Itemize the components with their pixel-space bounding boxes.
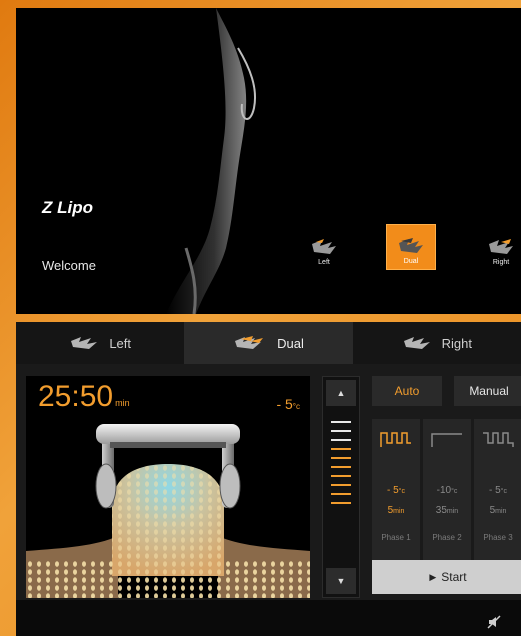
phase-2-label: Phase 2	[432, 533, 462, 542]
applicator-right-icon	[489, 239, 513, 254]
mute-icon[interactable]	[486, 614, 502, 630]
tab-right-label: Right	[441, 335, 472, 351]
phase-3-time: 5min	[490, 505, 507, 516]
phase-1-temp-unit: °c	[398, 488, 405, 495]
silhouette-image	[166, 8, 256, 314]
tab-dual[interactable]: Dual	[184, 322, 353, 364]
mode-left-label: Left	[318, 259, 330, 266]
phase-1-card[interactable]: - 5°c 5min Phase 1	[372, 419, 420, 561]
start-label: Start	[441, 570, 467, 584]
mode-right-label: Right	[492, 259, 510, 266]
phase-2-time-unit: min	[446, 508, 459, 515]
level-bar	[331, 421, 351, 423]
level-down-button[interactable]: ▼	[326, 568, 356, 594]
level-bar	[331, 448, 351, 450]
applicator-dual-icon	[235, 336, 264, 349]
phase-3-temp: - 5°c	[489, 485, 507, 496]
auto-button[interactable]: Auto	[372, 376, 442, 406]
phase-1-temp: - 5°c	[387, 485, 405, 496]
phase-1-label: Phase 1	[381, 533, 411, 542]
pulse-waveform-icon	[483, 432, 514, 447]
level-bar	[331, 493, 351, 495]
welcome-screen: Z Lipo Welcome Left Dual Right	[16, 8, 521, 314]
applicator-tabs: Left Dual Right	[16, 322, 521, 364]
level-bar	[331, 457, 351, 459]
level-bar	[331, 439, 351, 441]
pulse-waveform-icon	[380, 432, 411, 447]
level-bar	[331, 475, 351, 477]
applicator-right-icon	[403, 337, 430, 349]
level-bar	[331, 430, 351, 432]
treatment-body: 25:50 min - 5°c ▲ ▼ Auto Manual - 5°c 5m…	[16, 364, 521, 600]
tab-dual-label: Dual	[277, 335, 304, 351]
phase-1-time: 5min	[388, 505, 405, 516]
phase-2-time: 35min	[436, 505, 458, 516]
phase-2-temp: -10°c	[437, 485, 458, 496]
phase-list: - 5°c 5min Phase 1 -10°c 35min Phase 2 -…	[372, 419, 521, 561]
manual-button[interactable]: Manual	[454, 376, 521, 406]
start-button[interactable]: ▶ Start	[372, 560, 521, 594]
brand-logo: Z Lipo	[42, 198, 93, 217]
flat-waveform-icon	[431, 433, 462, 447]
level-bars	[331, 421, 351, 511]
tab-right[interactable]: Right	[352, 322, 521, 364]
tab-left[interactable]: Left	[16, 322, 185, 364]
tab-left-label: Left	[109, 335, 131, 351]
phase-2-temp-unit: °c	[451, 488, 458, 495]
mode-right-button[interactable]: Right	[476, 224, 521, 270]
mode-dual-label: Dual	[403, 258, 419, 265]
applicator-left-icon	[71, 337, 98, 349]
mode-left-button[interactable]: Left	[299, 224, 349, 270]
phase-3-temp-unit: °c	[500, 488, 507, 495]
applicator-illustration	[26, 424, 310, 598]
phase-1-time-unit: min	[393, 508, 405, 515]
phase-3-label: Phase 3	[483, 533, 513, 542]
treatment-panel: Left Dual Right 25:50 min - 5°c ▲ ▼ Auto…	[16, 322, 521, 636]
phase-2-card[interactable]: -10°c 35min Phase 2	[423, 419, 471, 561]
mode-dual-button[interactable]: Dual	[386, 224, 436, 270]
phase-3-time-unit: min	[495, 508, 507, 515]
level-slider[interactable]: ▲ ▼	[322, 376, 360, 598]
welcome-text: Welcome	[42, 258, 96, 273]
phase-3-card[interactable]: - 5°c 5min Phase 3	[474, 419, 521, 561]
phase-1-temp-value: - 5	[387, 485, 399, 496]
phase-2-time-value: 35	[435, 505, 447, 516]
applicator-left-icon	[312, 239, 336, 254]
level-bar	[331, 484, 351, 486]
applicator-view: 25:50 min - 5°c	[26, 376, 310, 598]
level-bar	[331, 502, 351, 504]
level-bar	[331, 466, 351, 468]
phase-2-temp-value: -10	[436, 485, 452, 496]
level-up-button[interactable]: ▲	[326, 380, 356, 406]
phase-3-temp-value: - 5	[489, 485, 501, 496]
play-icon: ▶	[429, 571, 437, 582]
applicator-dual-icon	[399, 238, 423, 253]
